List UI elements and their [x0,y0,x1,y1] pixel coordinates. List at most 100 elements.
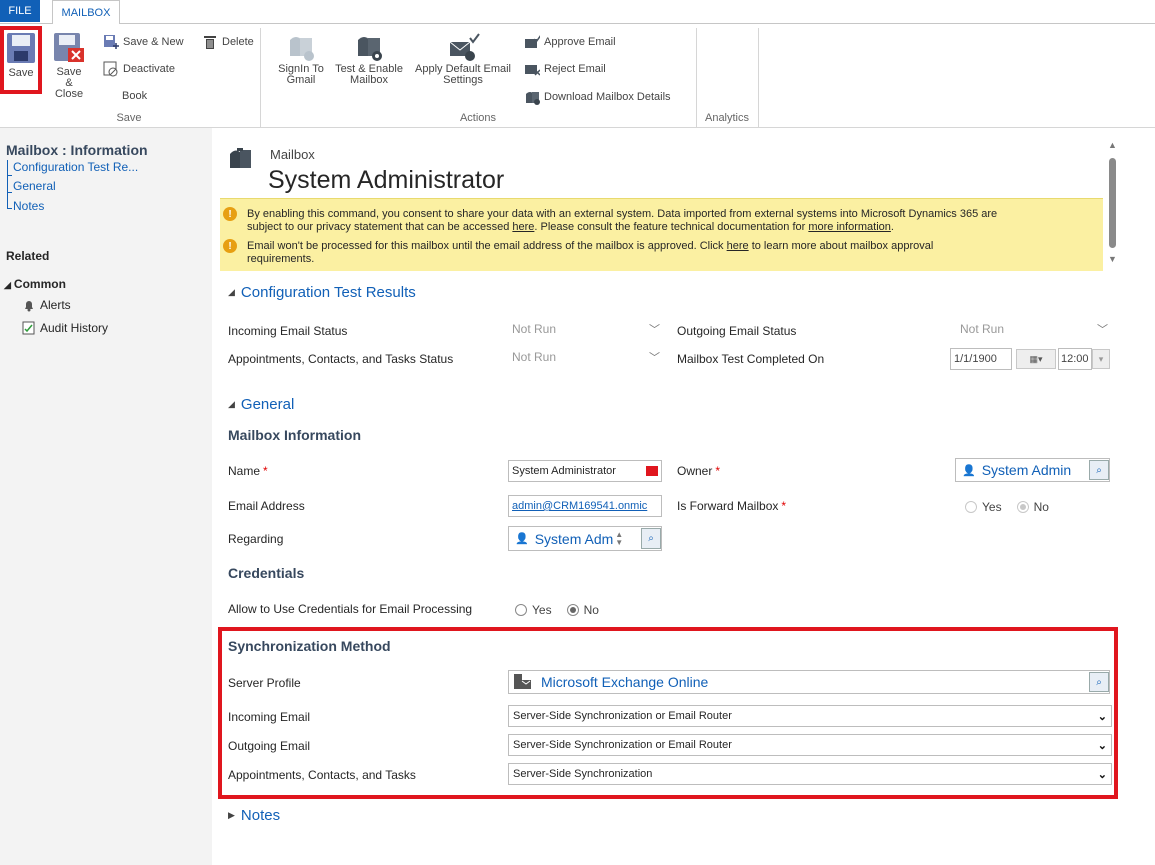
save-button[interactable]: Save [4,32,38,79]
more-information-link[interactable]: more information [808,221,891,233]
deactivate-button[interactable]: Deactivate [103,60,175,78]
save-close-label-2: Close [54,88,84,100]
email-address-label: Email Address [228,499,305,513]
outgoing-email-label: Outgoing Email [228,739,311,753]
owner-label-text: Owner [677,464,713,478]
nav-common-group[interactable]: ◢ Common [4,277,66,291]
radio-no-label: No [583,603,599,617]
notice-text: . Please consult the feature technical d… [534,221,809,233]
test-enable-button[interactable]: Test & Enable Mailbox [330,32,408,86]
radio-no[interactable] [1016,501,1029,513]
scrollbar-thumb[interactable] [1109,158,1116,248]
book-button[interactable]: Book [122,90,147,102]
test-enable-label-2: Mailbox [350,74,388,86]
approve-email-icon [525,35,540,48]
email-address-input[interactable]: admin@CRM169541.onmic [508,495,662,517]
required-asterisk: * [781,499,787,513]
save-close-icon [54,33,84,62]
owner-lookup[interactable]: 👤 System Admin ⌕ [955,458,1110,482]
radio-yes[interactable] [965,501,977,513]
radio-yes[interactable] [515,604,527,616]
lookup-search-icon[interactable]: ⌕ [1089,460,1109,480]
nav-link-notes[interactable]: Notes [13,199,44,213]
reject-email-button[interactable]: Reject Email [524,60,606,78]
owner-label: Owner * [677,464,720,478]
nav-item-alerts[interactable]: Alerts [40,298,71,312]
nav-tree-branch [7,175,12,176]
chevron-down-icon: ⌄ [1097,768,1107,781]
outgoing-email-select[interactable]: Server-Side Synchronization or Email Rou… [508,734,1112,756]
test-completed-label: Mailbox Test Completed On [677,352,825,366]
notice-approval: Email won't be processed for this mailbo… [247,240,1097,266]
apply-default-button[interactable]: Apply Default Email Settings [408,32,518,86]
save-new-label: Save & New [123,36,184,48]
signin-gmail-button[interactable]: SignIn To Gmail [272,32,330,86]
approval-here-link[interactable]: here [727,240,749,252]
nav-link-config-test[interactable]: Configuration Test Re... [13,160,138,174]
chevron-down-icon: ﹀ [1097,324,1108,336]
test-completed-time: 12:00 [1058,348,1092,370]
tab-file[interactable]: FILE [0,0,40,22]
mailbox-gear-icon [358,37,382,61]
appt-status-value: Not Run [512,350,557,364]
notice-text: . [890,221,894,233]
radio-yes-label: Yes [982,500,1002,514]
server-profile-lookup[interactable]: Microsoft Exchange Online ⌕ [508,670,1110,694]
ribbon-separator [758,28,759,128]
incoming-status-select: Not Run ﹀ [510,318,662,340]
chevron-down-icon: ⌄ [1097,710,1107,723]
radio-no[interactable] [566,604,579,616]
nav-item-audit-history[interactable]: Audit History [40,321,108,335]
collapse-triangle-icon: ◢ [228,399,235,409]
name-input[interactable]: System Administrator [508,460,662,482]
record-title: System Administrator [268,166,505,194]
ribbon-divider [0,127,1155,128]
server-profile-value[interactable]: Microsoft Exchange Online [541,674,708,690]
notice-text: By enabling this command, you consent to… [247,208,998,220]
save-close-button[interactable]: Save & Close [52,32,86,100]
radio-no-label: No [1033,500,1049,514]
credentials-heading: Credentials [228,565,305,581]
outgoing-email-value: Server-Side Synchronization or Email Rou… [513,739,732,751]
forward-mailbox-label-text: Is Forward Mailbox [677,499,779,513]
appt-sync-select[interactable]: Server-Side Synchronization ⌄ [508,763,1112,785]
owner-value[interactable]: System Admin [982,462,1071,478]
privacy-here-link[interactable]: here [512,221,534,233]
approve-email-button[interactable]: Approve Email [524,33,616,51]
lookup-search-icon[interactable]: ⌕ [641,528,661,549]
type-switcher-icon[interactable]: ▲ ▼ [615,530,623,547]
signin-label-2: Gmail [286,74,316,86]
incoming-email-label: Incoming Email [228,710,311,724]
section-general-title: General [240,396,295,413]
save-new-button[interactable]: Save & New [103,33,184,51]
section-notes[interactable]: ▶ Notes [228,807,280,824]
allow-credentials-radio-group[interactable]: Yes No [515,603,599,617]
name-label-text: Name [228,464,261,478]
audit-history-icon [22,321,36,338]
download-details-button[interactable]: Download Mailbox Details [524,88,671,106]
scroll-down-icon[interactable]: ▼ [1108,254,1117,264]
radio-yes-label: Yes [532,603,552,617]
lookup-search-icon[interactable]: ⌕ [1089,672,1109,692]
incoming-email-select[interactable]: Server-Side Synchronization or Email Rou… [508,705,1112,727]
tab-mailbox[interactable]: MAILBOX [52,0,120,24]
apply-default-label-2: Settings [443,74,483,86]
forward-mailbox-radio-group[interactable]: Yes No [965,500,1049,514]
scroll-up-icon[interactable]: ▲ [1108,140,1117,150]
delete-button[interactable]: Delete [202,33,254,51]
notice-consent: By enabling this command, you consent to… [247,208,1097,234]
expand-triangle-icon: ▶ [228,810,235,820]
warning-icon: ! [223,207,237,221]
section-general[interactable]: ◢ General [228,396,294,413]
chevron-down-icon: ﹀ [649,352,660,364]
user-icon: 👤 [515,533,529,545]
notice-text: subject to our privacy statement that ca… [247,221,513,233]
regarding-lookup[interactable]: 👤 System Adm ▲ ▼ ⌕ [508,526,662,551]
section-config-test[interactable]: ◢ Configuration Test Results [228,284,416,301]
regarding-label: Regarding [228,532,284,546]
appt-status-label: Appointments, Contacts, and Tasks Status [228,352,454,366]
entity-type-label: Mailbox [270,147,315,162]
regarding-value[interactable]: System Adm [535,531,614,547]
nav-link-general[interactable]: General [13,179,56,193]
bell-icon [22,298,36,315]
